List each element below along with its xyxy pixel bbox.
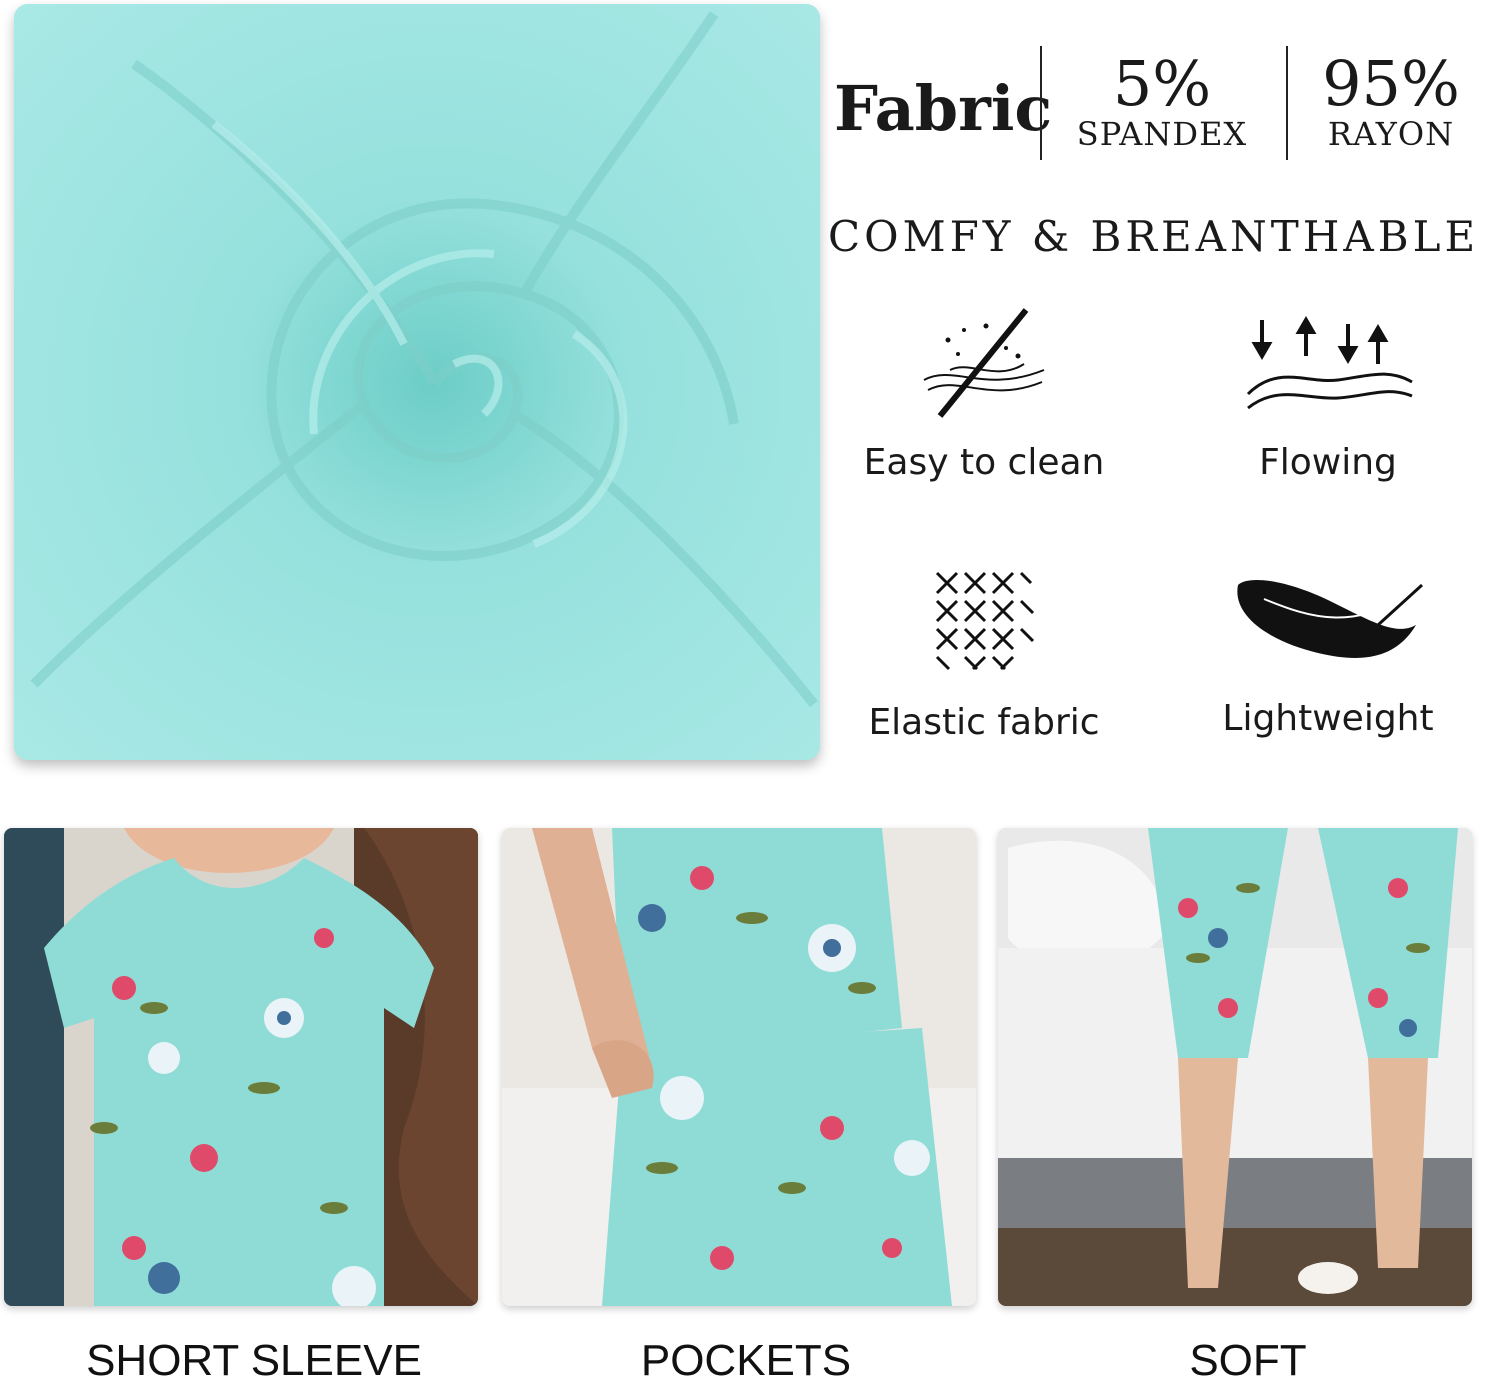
spandex-percent: 5% xyxy=(1112,47,1212,120)
feature-elastic: Elastic fabric xyxy=(824,560,1144,743)
feature-easy-clean: Easy to clean xyxy=(824,304,1144,483)
flowing-icon xyxy=(1168,304,1488,424)
fabric-composition: Fabric 5% SPANDEX 95% RAYON xyxy=(834,46,1484,162)
caption-pockets: POCKETS xyxy=(640,1336,852,1384)
feature-label: Elastic fabric xyxy=(868,702,1100,743)
feature-label: Flowing xyxy=(1259,442,1397,483)
spandex-label: SPANDEX xyxy=(1076,115,1248,153)
rayon-composition: 95% RAYON xyxy=(1316,47,1466,153)
soft-photo xyxy=(998,828,1472,1306)
rayon-percent: 95% xyxy=(1322,47,1460,120)
fabric-title: Fabric xyxy=(834,72,1053,145)
feature-label: Easy to clean xyxy=(863,442,1105,483)
divider xyxy=(1286,46,1288,160)
elastic-weave-icon xyxy=(824,560,1144,680)
feature-flowing: Flowing xyxy=(1168,304,1488,483)
feather-icon xyxy=(1168,560,1488,680)
caption-short-sleeve: SHORT SLEEVE xyxy=(86,1336,422,1384)
feature-lightweight: Lightweight xyxy=(1168,560,1488,739)
pockets-photo xyxy=(502,828,976,1306)
short-sleeve-photo xyxy=(4,828,478,1306)
feature-label: Lightweight xyxy=(1222,698,1434,739)
spandex-composition: 5% SPANDEX xyxy=(1070,47,1254,153)
rayon-label: RAYON xyxy=(1327,115,1455,153)
caption-soft: SOFT xyxy=(1189,1336,1307,1384)
easy-clean-icon xyxy=(824,304,1144,424)
divider xyxy=(1040,46,1042,160)
tagline: COMFY & BREANTHABLE xyxy=(828,212,1480,261)
fabric-swatch-image xyxy=(14,4,820,760)
